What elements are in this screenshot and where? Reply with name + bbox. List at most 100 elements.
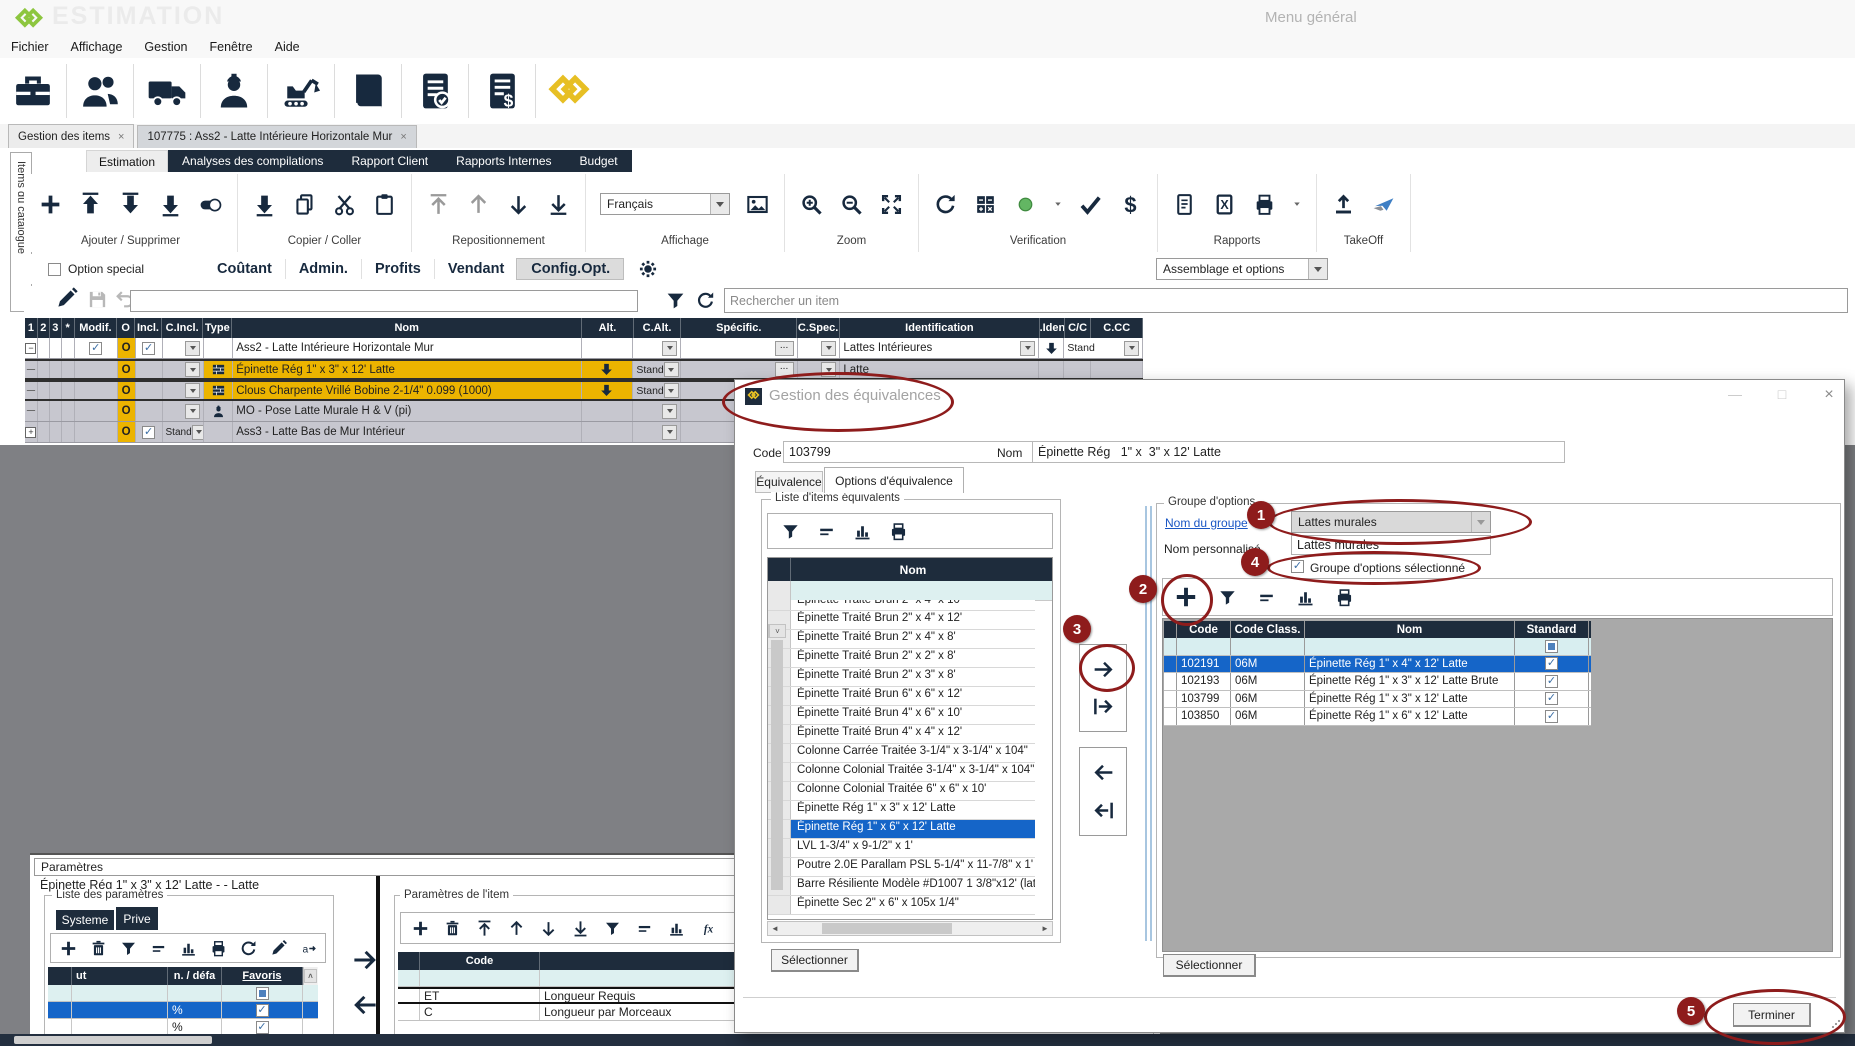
vscroll-thumb[interactable] [771,640,783,890]
equiv-item[interactable]: Épinette Traité Brun 2" x 4" x 12' [768,611,1035,630]
equiv-item[interactable]: Épinette Traité Brun 2" x 3" x 8' [768,668,1035,687]
chevron-down-icon[interactable] [1308,259,1327,279]
equiv-item[interactable]: Épinette Rég 1" x 6" x 12' Latte [768,820,1035,839]
calt-cell[interactable] [633,401,681,421]
save-icon[interactable] [86,288,109,311]
chart-icon[interactable] [852,521,873,542]
refresh-icon[interactable] [239,939,258,958]
equiv-hscrollbar[interactable]: ◄ ► [767,921,1053,936]
chart-icon[interactable] [667,919,686,938]
adn-icon[interactable] [539,919,558,938]
nom-cell[interactable]: Ass2 - Latte Intérieure Horizontale Mur [233,338,581,358]
printer-icon[interactable] [1334,587,1355,608]
grid-col-Nom[interactable]: Nom [232,318,582,338]
trash-icon[interactable] [89,939,108,958]
options-table-row[interactable]: 10219106MÉpinette Rég 1" x 4" x 12' Latt… [1164,656,1591,674]
incl-cell[interactable] [136,361,163,378]
parametres-row[interactable] [48,985,318,1002]
funnel-icon[interactable] [1217,587,1238,608]
row-selector[interactable] [1164,656,1177,673]
chart-icon[interactable] [179,939,198,958]
grid-col-1[interactable]: 1 [25,318,38,338]
arrdn_barb-icon[interactable] [158,192,183,217]
dash2-icon[interactable] [149,939,168,958]
cincl-cell[interactable] [163,401,205,421]
trash-icon[interactable] [443,919,462,938]
row-selector[interactable] [768,896,791,914]
search-input[interactable] [724,288,1848,313]
view-config-opt[interactable]: Config.Opt. [517,259,623,279]
cc-cell[interactable]: Stand [1064,338,1143,358]
grid-col-O[interactable]: O [117,318,135,338]
equiv-item[interactable]: Épinette Traité Brun 2" x 4" x 10' [768,600,1035,611]
view-coutant[interactable]: Coûtant [204,259,285,279]
close-icon[interactable]: × [400,131,406,143]
grid-col-Spécific.[interactable]: Spécific. [681,318,797,338]
ribbon-tab-rapports-internes[interactable]: Rapports Internes [442,150,565,172]
excel-icon[interactable]: X [1212,192,1237,217]
selectionner-button-left[interactable]: Sélectionner [771,949,859,972]
dash2-icon[interactable] [1256,587,1277,608]
excav-icon[interactable] [268,65,334,117]
ribbon-tab-estimation[interactable]: Estimation [86,150,168,172]
printer-icon[interactable] [888,521,909,542]
options-table-row[interactable]: 10379906MÉpinette Rég 1" x 3" x 12' Latt… [1164,691,1591,709]
adnbar-icon[interactable] [546,192,571,217]
equiv-item[interactable]: Épinette Rég 1" x 3" x 12' Latte [768,801,1035,820]
ribbon-tab-rapport-client[interactable]: Rapport Client [337,150,442,172]
view-admin[interactable]: Admin. [285,259,361,279]
grid-col-Modif.[interactable]: Modif. [75,318,118,338]
chevron-down-icon[interactable] [185,362,200,377]
chevron-down-icon[interactable] [185,383,200,398]
row-selector[interactable] [1164,708,1177,725]
modif-cell[interactable]: ✓ [75,338,118,358]
language-select[interactable]: Français [600,193,730,215]
refresh-icon[interactable] [695,290,716,311]
gear-icon[interactable] [637,258,659,280]
grid-col-C.Incl.[interactable]: C.Incl. [162,318,204,338]
equiv-item[interactable]: Colonne Colonial Traitée 6" x 6" x 10' [768,782,1035,801]
refresh-icon[interactable] [933,192,958,217]
options-table-row[interactable]: 10219306MÉpinette Rég 1" x 3" x 12' Latt… [1164,673,1591,691]
equiv-item[interactable]: Poutre 2.0E Parallam PSL 5-1/4" x 11-7/8… [768,858,1035,877]
cspec-cell[interactable] [798,338,841,358]
chevron-down-icon[interactable] [821,341,836,356]
aup-icon[interactable] [507,919,526,938]
funnel-icon[interactable] [780,521,801,542]
printer-icon[interactable] [1252,192,1277,217]
cincl-cell[interactable] [163,338,205,358]
move-left-icon[interactable] [1091,760,1116,785]
minimize-button[interactable]: — [1719,386,1751,406]
arrdn_barb-icon[interactable] [252,192,277,217]
nom-field[interactable] [1032,441,1565,463]
chevron-down-icon[interactable] [185,341,200,356]
equiv-item[interactable]: Colonne Carrée Traitée 3-1/4" x 3-1/4" x… [768,744,1035,763]
menu-fichier[interactable]: Fichier [0,37,60,57]
chevron-down-icon[interactable] [185,404,200,419]
cincl-cell[interactable] [163,361,205,378]
parametres-row[interactable]: %✓ [48,1002,318,1019]
modif-cell[interactable] [75,382,118,399]
zoomfit-icon[interactable] [879,192,904,217]
identification-cell[interactable]: Lattes Intérieures [840,338,1039,358]
modif-cell[interactable] [75,401,118,421]
plane-icon[interactable] [1371,192,1396,217]
chart-icon[interactable] [1295,587,1316,608]
truck-icon[interactable] [134,65,200,117]
maximize-button[interactable]: □ [1766,386,1798,406]
horizontal-scrollbar[interactable] [0,1034,1855,1046]
favoris-cell[interactable]: ✓ [222,1019,303,1035]
standard-cell[interactable]: ✓ [1515,708,1589,725]
favoris-cell[interactable]: ✓ [222,1002,303,1018]
filter-icon[interactable] [664,289,687,312]
doc-icon[interactable] [1172,192,1197,217]
scroll-left-icon[interactable]: ◄ [768,924,782,933]
view-vendant[interactable]: Vendant [434,259,517,279]
incl-cell[interactable]: ✓ [136,422,163,442]
users-icon[interactable] [67,65,133,117]
nom-cell[interactable]: MO - Pose Latte Murale H & V (pi) [233,401,581,421]
modif-cell[interactable] [75,422,118,442]
plus-icon[interactable] [59,939,78,958]
toggle-icon[interactable] [198,192,223,217]
docck-icon[interactable] [402,65,468,117]
